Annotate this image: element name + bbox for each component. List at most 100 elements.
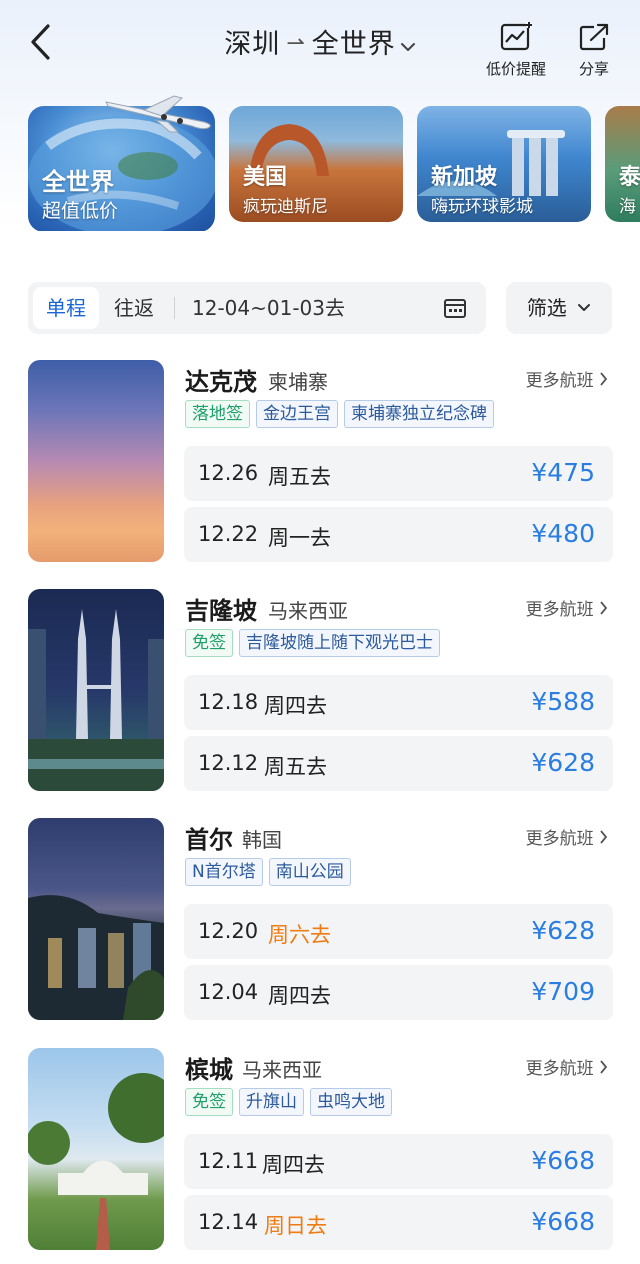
tag: 升旗山 — [239, 1088, 304, 1116]
flight-date: 12.18 — [198, 690, 259, 714]
tag-list: N首尔塔 南山公园 — [185, 858, 357, 886]
flight-weekday: 周六去 — [268, 923, 331, 947]
share-label: 分享 — [578, 60, 609, 78]
tag: 免签 — [185, 629, 233, 657]
country-name: 马来西亚 — [268, 599, 348, 623]
tab-one-way[interactable]: 单程 — [33, 287, 99, 329]
destination-photo — [28, 1048, 164, 1250]
calendar-icon[interactable] — [443, 297, 467, 319]
flight-price: ¥588 — [531, 687, 595, 716]
city-name: 槟城 — [185, 1056, 233, 1084]
tag-list: 免签 升旗山 虫鸣大地 — [185, 1088, 398, 1116]
destination-card-thailand[interactable]: 泰 海 — [605, 106, 640, 222]
flight-weekday: 周日去 — [264, 1214, 327, 1238]
trend-chart-icon — [500, 22, 532, 51]
chevron-right-icon — [600, 830, 608, 844]
chevron-down-icon — [400, 29, 416, 60]
flight-option[interactable]: 12.11 周四去 ¥668 — [184, 1134, 613, 1189]
destination-result[interactable]: 达克茂 柬埔寨 更多航班 落地签 金边王宫 柬埔寨独立纪念碑 12.26 周五去 ¥… — [28, 360, 613, 564]
flight-price: ¥709 — [531, 977, 595, 1006]
tab-round-trip[interactable]: 往返 — [106, 287, 162, 329]
country-name: 马来西亚 — [242, 1058, 322, 1082]
flight-weekday: 周一去 — [268, 526, 331, 550]
city-name: 达克茂 — [185, 368, 257, 396]
destination-name: 泰 — [619, 165, 640, 190]
destination-photo — [28, 589, 164, 791]
airplane-icon — [105, 95, 211, 133]
chevron-right-icon — [600, 601, 608, 615]
destination-name: 美国 — [243, 165, 288, 190]
destination-name: 全世界 — [42, 168, 114, 196]
destination-subtitle: 超值低价 — [42, 200, 119, 222]
flight-option[interactable]: 12.18 周四去 ¥588 — [184, 675, 613, 730]
flight-weekday: 周五去 — [268, 465, 331, 489]
flight-date: 12.14 — [198, 1210, 259, 1234]
more-flights-label: 更多航班 — [525, 1059, 594, 1079]
price-alert-button[interactable]: 低价提醒 — [486, 22, 546, 79]
trip-filter-bar: 单程 往返 12-04~01-03去 — [28, 282, 486, 334]
destination-subtitle: 嗨玩环球影城 — [431, 197, 533, 217]
flight-date: 12.11 — [198, 1149, 259, 1173]
flight-date: 12.26 — [198, 461, 259, 485]
destination-card-singapore[interactable]: 新加坡 嗨玩环球影城 — [417, 106, 591, 222]
filter-label: 筛选 — [526, 296, 567, 320]
flight-weekday: 周五去 — [264, 755, 327, 779]
flight-option[interactable]: 12.20 周六去 ¥628 — [184, 904, 613, 959]
destination-subtitle: 海 — [619, 197, 636, 217]
more-flights-link[interactable]: 更多航班 — [526, 824, 608, 849]
flight-date: 12.22 — [198, 522, 259, 546]
more-flights-label: 更多航班 — [525, 600, 594, 620]
chevron-right-icon — [600, 1060, 608, 1074]
more-flights-link[interactable]: 更多航班 — [526, 1054, 608, 1079]
flight-option[interactable]: 12.04 周四去 ¥709 — [184, 965, 613, 1020]
more-flights-label: 更多航班 — [525, 829, 594, 849]
destination-photo — [28, 818, 164, 1020]
date-range-selector[interactable]: 12-04~01-03去 — [192, 287, 345, 329]
tag: 吉隆坡随上随下观光巴士 — [239, 629, 440, 657]
tag: 南山公园 — [268, 858, 351, 886]
tag-list: 免签 吉隆坡随上随下观光巴士 — [185, 629, 446, 657]
tag: 虫鸣大地 — [310, 1088, 392, 1116]
destination-result[interactable]: 吉隆坡 马来西亚 更多航班 免签 吉隆坡随上随下观光巴士 12.18 周四去 ¥5… — [28, 589, 613, 793]
top-bar: 深圳 ⇀ 全世界 低价提醒 分享 — [0, 0, 640, 90]
country-name: 韩国 — [242, 828, 282, 852]
chevron-down-icon — [578, 304, 591, 311]
city-night-image — [28, 895, 164, 1020]
flight-weekday: 周四去 — [264, 694, 327, 718]
price-alert-label: 低价提醒 — [486, 60, 547, 78]
destination-card-usa[interactable]: 美国 疯玩迪斯尼 — [229, 106, 403, 222]
destination-photo — [28, 360, 164, 562]
flight-price: ¥668 — [531, 1146, 595, 1175]
flight-date: 12.04 — [198, 980, 259, 1004]
flight-weekday: 周四去 — [268, 984, 331, 1008]
city-name: 首尔 — [185, 826, 233, 854]
flight-price: ¥628 — [531, 748, 595, 777]
share-button[interactable]: 分享 — [578, 22, 610, 79]
tag: 落地签 — [185, 400, 250, 428]
filter-button[interactable]: 筛选 — [506, 282, 612, 334]
tag: 柬埔寨独立纪念碑 — [344, 400, 494, 428]
flight-option[interactable]: 12.26 周五去 ¥475 — [184, 446, 613, 501]
more-flights-label: 更多航班 — [525, 371, 594, 391]
flight-date: 12.20 — [198, 919, 259, 943]
city-name: 吉隆坡 — [185, 597, 257, 625]
divider — [174, 297, 175, 319]
destination-result[interactable]: 首尔 韩国 更多航班 N首尔塔 南山公园 12.20 周六去 ¥628 12.04… — [28, 818, 613, 1022]
towers-image — [28, 609, 164, 791]
tag: N首尔塔 — [185, 858, 263, 886]
flight-option[interactable]: 12.12 周五去 ¥628 — [184, 736, 613, 791]
flight-option[interactable]: 12.22 周一去 ¥480 — [184, 507, 613, 562]
tag-list: 落地签 金边王宫 柬埔寨独立纪念碑 — [185, 400, 500, 428]
flight-price: ¥628 — [531, 916, 595, 945]
tag: 金边王宫 — [256, 400, 338, 428]
flight-option[interactable]: 12.14 周日去 ¥668 — [184, 1195, 613, 1250]
flight-weekday: 周四去 — [262, 1153, 325, 1177]
route-arrow-icon: ⇀ — [286, 31, 306, 56]
more-flights-link[interactable]: 更多航班 — [526, 366, 608, 391]
colonial-building-image — [28, 1073, 164, 1250]
more-flights-link[interactable]: 更多航班 — [526, 595, 608, 620]
destination-result[interactable]: 槟城 马来西亚 更多航班 免签 升旗山 虫鸣大地 12.11 周四去 ¥668 12… — [28, 1048, 613, 1252]
share-icon — [579, 23, 609, 51]
origin-city: 深圳 — [224, 29, 281, 60]
country-name: 柬埔寨 — [268, 370, 328, 394]
